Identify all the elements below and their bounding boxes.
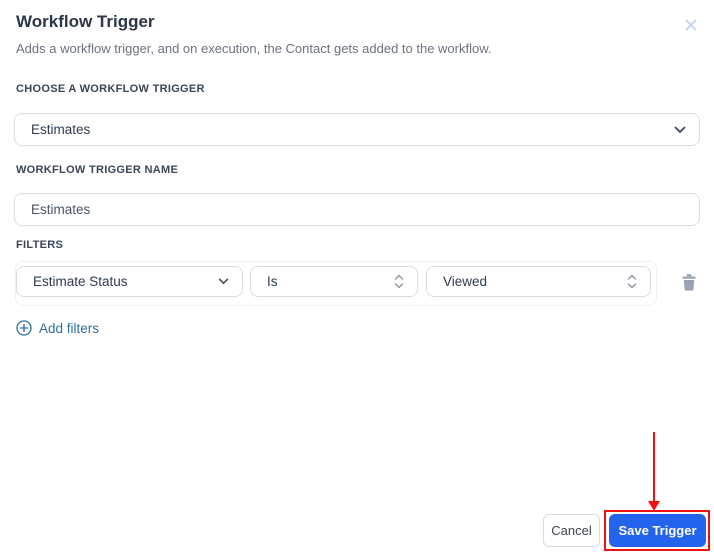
filter-operator-value: Is: [267, 274, 278, 289]
filter-value-select[interactable]: Viewed: [426, 266, 651, 297]
workflow-trigger-dialog: Workflow Trigger Adds a workflow trigger…: [0, 0, 714, 557]
filter-value-value: Viewed: [443, 274, 488, 289]
trigger-name-label: WORKFLOW TRIGGER NAME: [16, 164, 179, 176]
filters-label: FILTERS: [16, 239, 64, 251]
annotation-arrow-line: [653, 432, 655, 502]
cancel-button[interactable]: Cancel: [543, 514, 600, 547]
filter-field-select[interactable]: Estimate Status: [16, 266, 243, 297]
close-icon[interactable]: [680, 14, 702, 36]
filter-field-value: Estimate Status: [33, 274, 128, 289]
chevron-down-icon: [218, 278, 242, 285]
save-trigger-button[interactable]: Save Trigger: [609, 514, 706, 547]
plus-circle-icon: [16, 320, 32, 336]
trigger-name-field-wrap: [14, 193, 700, 226]
add-filters-label: Add filters: [39, 320, 100, 336]
annotation-arrow-head: [648, 501, 660, 511]
unfold-icon: [394, 274, 417, 289]
add-filters-link[interactable]: Add filters: [16, 320, 99, 336]
dialog-title: Workflow Trigger: [16, 12, 155, 31]
workflow-trigger-select[interactable]: Estimates: [14, 113, 700, 146]
filter-operator-select[interactable]: Is: [250, 266, 418, 297]
trigger-name-input[interactable]: [15, 194, 699, 225]
workflow-trigger-select-value: Estimates: [31, 122, 91, 137]
trash-icon[interactable]: [679, 271, 699, 292]
chevron-down-icon: [674, 126, 699, 134]
choose-trigger-label: CHOOSE A WORKFLOW TRIGGER: [16, 83, 205, 95]
unfold-icon: [627, 274, 650, 289]
dialog-description: Adds a workflow trigger, and on executio…: [16, 41, 492, 56]
